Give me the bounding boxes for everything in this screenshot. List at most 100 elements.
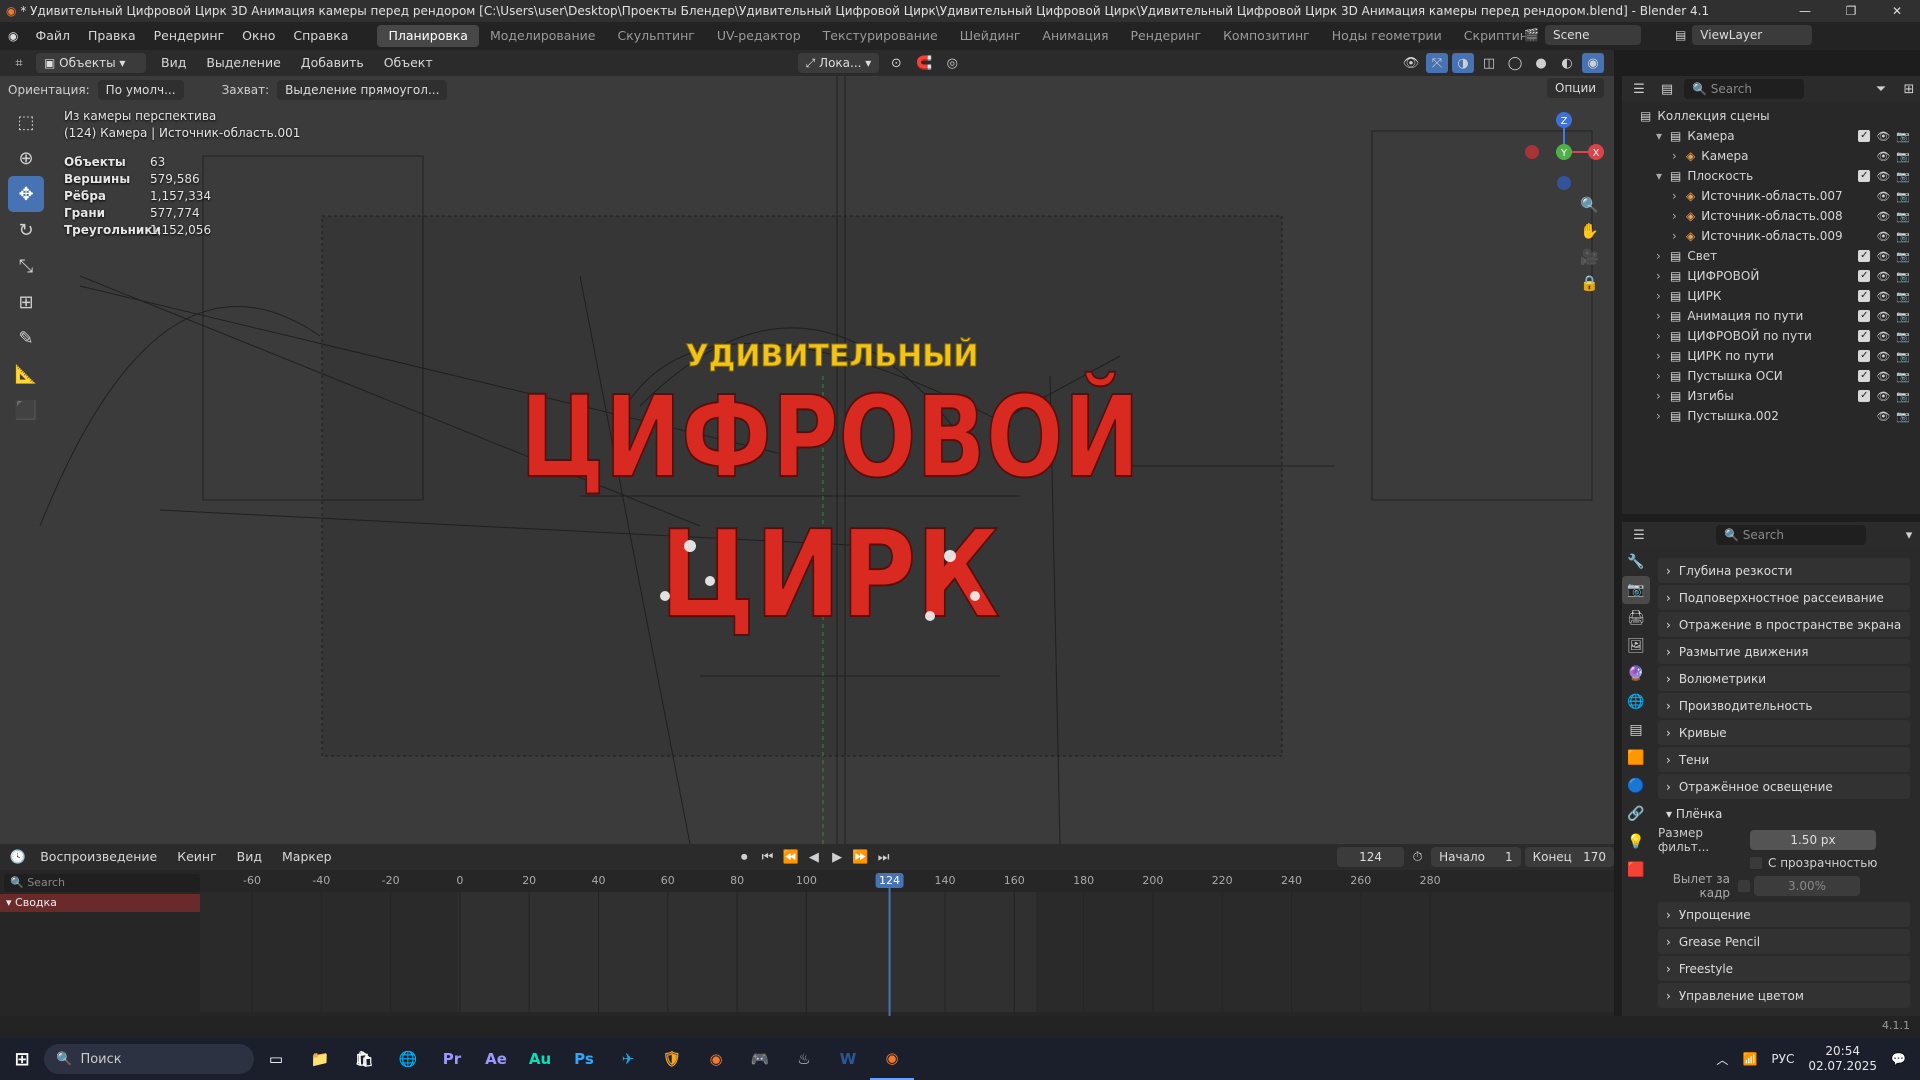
expand-right-icon[interactable]: › — [1656, 249, 1670, 263]
scene-icon[interactable]: 🎬 — [1524, 28, 1539, 42]
current-frame-field[interactable]: 124 — [1337, 847, 1404, 867]
tool-tab-icon[interactable]: 🔧 — [1622, 548, 1650, 576]
expand-right-icon[interactable]: › — [1656, 389, 1670, 403]
viewport-menu-0[interactable]: Вид — [152, 53, 195, 73]
taskbar-search[interactable]: 🔍 Поиск — [44, 1044, 254, 1074]
outliner-row[interactable]: ▾ ▤ Камера ✓ 👁 📷 — [1622, 126, 1920, 146]
exclude-checkbox[interactable]: ✓ — [1858, 250, 1871, 262]
eye-icon[interactable]: 👁 — [1876, 150, 1890, 163]
eye-icon[interactable]: 👁 — [1876, 170, 1890, 183]
expand-right-icon[interactable]: › — [1656, 329, 1670, 343]
rotate-icon[interactable]: ↻ — [8, 212, 44, 248]
tab-workspace-7[interactable]: Рендеринг — [1120, 25, 1213, 47]
view-layer-icon[interactable]: ▤ — [1675, 28, 1686, 42]
camera-render-icon[interactable]: 📷 — [1896, 150, 1910, 163]
modifier-tab-icon[interactable]: 🔵 — [1622, 772, 1650, 800]
timeline-ruler[interactable]: -60 -40 -20 0 20 40 60 80 100 124 140 160 180 200 220 2… — [0, 870, 1614, 1016]
steam-icon[interactable]: ♨ — [782, 1038, 826, 1080]
end-frame-field[interactable]: Конец 170 — [1524, 847, 1615, 867]
properties-dropdown-icon[interactable]: ▾ — [1898, 525, 1920, 545]
app-icon-au[interactable]: Au — [518, 1038, 562, 1080]
task-view-icon[interactable]: ▭ — [254, 1038, 298, 1080]
camera-render-icon[interactable]: 📷 — [1896, 310, 1910, 323]
camera-render-icon[interactable]: 📷 — [1896, 250, 1910, 263]
word-icon[interactable]: W — [826, 1038, 870, 1080]
outliner-row[interactable]: › ▤ Свет ✓ 👁 📷 — [1622, 246, 1920, 266]
zoom-icon[interactable]: 🔍 — [1580, 196, 1599, 214]
viewport-menu-1[interactable]: Выделение — [197, 53, 289, 73]
file-explorer-icon[interactable]: 📁 — [298, 1038, 342, 1080]
expand-down-icon[interactable]: ▾ — [1656, 169, 1670, 183]
pan-hand-icon[interactable]: ✋ — [1580, 222, 1599, 240]
eye-icon[interactable]: 👁 — [1876, 390, 1890, 403]
camera-render-icon[interactable]: 📷 — [1896, 270, 1910, 283]
pivot-icon[interactable]: ⊙ — [885, 53, 907, 73]
camera-render-icon[interactable]: 📷 — [1896, 230, 1910, 243]
annotate-icon[interactable]: ✎ — [8, 320, 44, 356]
minimize-button[interactable]: — — [1782, 0, 1828, 22]
expand-right-icon[interactable]: › — [1656, 349, 1670, 363]
render-tab-icon[interactable]: 📷 — [1622, 576, 1650, 604]
camera-render-icon[interactable]: 📷 — [1896, 410, 1910, 423]
properties-panel[interactable]: › Тени — [1658, 747, 1910, 772]
expand-right-icon[interactable]: › — [1656, 309, 1670, 323]
display-mode-icon[interactable]: ▤ — [1656, 79, 1678, 99]
collection-tab-icon[interactable]: ▤ — [1622, 716, 1650, 744]
orientation-selector[interactable]: По умолч... — [97, 80, 184, 100]
data-tab-icon[interactable]: 💡 — [1622, 828, 1650, 856]
outliner-row[interactable]: › ▤ Пустышка ОСИ ✓ 👁 📷 — [1622, 366, 1920, 386]
eye-icon[interactable]: 👁 — [1876, 370, 1890, 383]
blender-active-icon[interactable]: ◉ — [870, 1038, 914, 1080]
outliner-editor-icon[interactable]: ☰ — [1628, 79, 1650, 99]
cursor-icon[interactable]: ⊕ — [8, 140, 44, 176]
play-reverse-icon[interactable]: ◀ — [804, 847, 823, 867]
app-icon-pr[interactable]: Pr — [430, 1038, 474, 1080]
viewport-menu-2[interactable]: Добавить — [292, 53, 373, 73]
rendered-shading-icon[interactable]: ◉ — [1582, 53, 1604, 73]
film-panel-header[interactable]: ▾ Плёнка — [1658, 801, 1910, 826]
camera-render-icon[interactable]: 📷 — [1896, 390, 1910, 403]
browser-icon[interactable]: 🛡 — [650, 1038, 694, 1080]
options-button[interactable]: Опции — [1547, 78, 1605, 98]
camera-view-icon[interactable]: 🎥 — [1580, 248, 1599, 266]
view-layer-selector[interactable]: ViewLayer — [1692, 25, 1813, 45]
properties-panel[interactable]: › Размытие движения — [1658, 639, 1910, 664]
menu-0[interactable]: Файл — [26, 22, 79, 50]
properties-panel[interactable]: › Управление цветом — [1658, 983, 1910, 1008]
scene-collection-row[interactable]: ▤ Коллекция сцены — [1622, 106, 1920, 126]
menu-4[interactable]: Справка — [284, 22, 357, 50]
expand-right-icon[interactable]: › — [1672, 189, 1686, 203]
start-frame-field[interactable]: Начало 1 — [1431, 847, 1521, 867]
output-tab-icon[interactable]: 🖨 — [1622, 604, 1650, 632]
properties-panel[interactable]: › Отражение в пространстве экрана — [1658, 612, 1910, 637]
camera-render-icon[interactable]: 📷 — [1896, 130, 1910, 143]
camera-render-icon[interactable]: 📷 — [1896, 330, 1910, 343]
world-tab-icon[interactable]: 🌐 — [1622, 688, 1650, 716]
camera-render-icon[interactable]: 📷 — [1896, 170, 1910, 183]
new-collection-icon[interactable]: ⊞ — [1898, 79, 1920, 99]
expand-right-icon[interactable]: › — [1672, 229, 1686, 243]
timeline-menu-3[interactable]: Маркер — [273, 847, 341, 867]
eye-icon[interactable]: 👁 — [1876, 290, 1890, 303]
material-shading-icon[interactable]: ◐ — [1556, 53, 1578, 73]
edge-icon[interactable]: 🌐 — [386, 1038, 430, 1080]
timeline-editor-icon[interactable]: 🕓 — [8, 847, 27, 867]
add-cube-icon[interactable]: ⬛ — [8, 392, 44, 428]
xray-icon[interactable]: ◫ — [1478, 53, 1500, 73]
eye-icon[interactable]: 👁 — [1876, 190, 1890, 203]
camera-render-icon[interactable]: 📷 — [1896, 350, 1910, 363]
eye-icon[interactable]: 👁 — [1876, 130, 1890, 143]
outliner-row[interactable]: › ▤ ЦИФРОВОЙ ✓ 👁 📷 — [1622, 266, 1920, 286]
outliner-row[interactable]: › ◈ Источник-область.008 👁 📷 — [1622, 206, 1920, 226]
tab-workspace-2[interactable]: Скульптинг — [606, 25, 705, 47]
filter-icon[interactable]: ⏷ — [1870, 79, 1892, 99]
next-keyframe-icon[interactable]: ⏩ — [851, 847, 870, 867]
timeline-menu-0[interactable]: Воспроизведение — [31, 847, 166, 867]
menu-1[interactable]: Правка — [79, 22, 145, 50]
outliner-row[interactable]: › ◈ Источник-область.009 👁 📷 — [1622, 226, 1920, 246]
outliner-row[interactable]: › ▤ ЦИФРОВОЙ по пути ✓ 👁 📷 — [1622, 326, 1920, 346]
store-icon[interactable]: 🛍 — [342, 1038, 386, 1080]
move-icon[interactable]: ✥ — [8, 176, 44, 212]
menu-3[interactable]: Окно — [233, 22, 284, 50]
expand-right-icon[interactable]: › — [1672, 209, 1686, 223]
